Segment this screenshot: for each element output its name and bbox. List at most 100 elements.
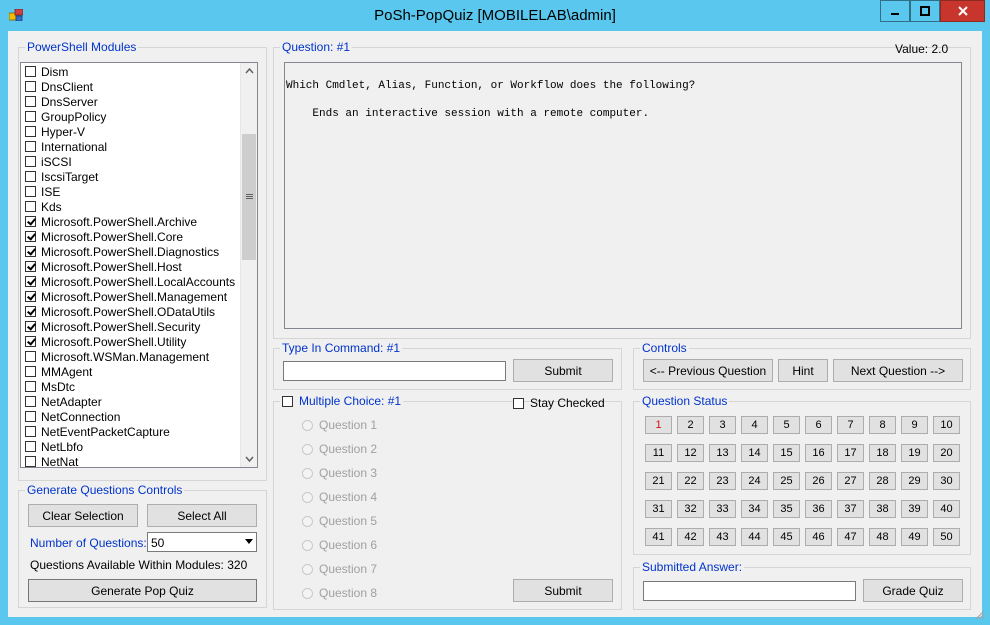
question-status-button[interactable]: 42: [677, 528, 704, 546]
num-questions-select[interactable]: 50: [147, 532, 257, 552]
question-status-button[interactable]: 44: [741, 528, 768, 546]
question-status-button[interactable]: 12: [677, 444, 704, 462]
next-question-button[interactable]: Next Question -->: [833, 359, 963, 382]
module-checkbox[interactable]: [25, 141, 36, 152]
multiple-choice-submit-button[interactable]: Submit: [513, 579, 613, 602]
module-item[interactable]: Microsoft.PowerShell.Archive: [25, 214, 197, 229]
scroll-down-button[interactable]: [241, 451, 257, 467]
module-item[interactable]: NetNat: [25, 454, 78, 467]
module-checkbox[interactable]: [25, 126, 36, 137]
choice-option[interactable]: Question 1: [302, 418, 377, 432]
question-status-button[interactable]: 1: [645, 416, 672, 434]
question-status-button[interactable]: 9: [901, 416, 928, 434]
radio-button[interactable]: [302, 419, 313, 431]
module-checkbox[interactable]: [25, 366, 36, 377]
module-checkbox[interactable]: [25, 306, 36, 317]
command-input[interactable]: [283, 361, 506, 381]
module-checkbox[interactable]: [25, 426, 36, 437]
choice-option[interactable]: Question 4: [302, 490, 377, 504]
choice-option[interactable]: Question 3: [302, 466, 377, 480]
module-checkbox[interactable]: [25, 246, 36, 257]
question-status-button[interactable]: 35: [773, 500, 800, 518]
module-item[interactable]: Kds: [25, 199, 62, 214]
choice-option[interactable]: Question 2: [302, 442, 377, 456]
previous-question-button[interactable]: <-- Previous Question: [643, 359, 773, 382]
question-status-button[interactable]: 21: [645, 472, 672, 490]
question-status-button[interactable]: 6: [805, 416, 832, 434]
module-checkbox[interactable]: [25, 441, 36, 452]
question-status-button[interactable]: 31: [645, 500, 672, 518]
question-status-button[interactable]: 48: [869, 528, 896, 546]
module-checkbox[interactable]: [25, 321, 36, 332]
module-checkbox[interactable]: [25, 66, 36, 77]
module-checkbox[interactable]: [25, 111, 36, 122]
question-status-button[interactable]: 26: [805, 472, 832, 490]
radio-button[interactable]: [302, 515, 313, 527]
module-item[interactable]: Microsoft.PowerShell.ODataUtils: [25, 304, 215, 319]
clear-selection-button[interactable]: Clear Selection: [28, 504, 138, 527]
module-item[interactable]: iSCSI: [25, 154, 72, 169]
question-status-button[interactable]: 36: [805, 500, 832, 518]
question-status-button[interactable]: 10: [933, 416, 960, 434]
resize-grip-icon[interactable]: [975, 610, 985, 620]
question-status-button[interactable]: 3: [709, 416, 736, 434]
module-checkbox[interactable]: [25, 381, 36, 392]
question-status-button[interactable]: 40: [933, 500, 960, 518]
module-item[interactable]: International: [25, 139, 107, 154]
module-checkbox[interactable]: [25, 396, 36, 407]
modules-list[interactable]: Dism DnsClient DnsServer GroupPolicy Hyper-V…: [20, 62, 258, 468]
module-checkbox[interactable]: [25, 186, 36, 197]
question-status-button[interactable]: 41: [645, 528, 672, 546]
question-status-button[interactable]: 30: [933, 472, 960, 490]
question-status-button[interactable]: 17: [837, 444, 864, 462]
question-status-button[interactable]: 38: [869, 500, 896, 518]
module-item[interactable]: Microsoft.PowerShell.Management: [25, 289, 227, 304]
choice-option[interactable]: Question 8: [302, 586, 377, 600]
question-status-button[interactable]: 34: [741, 500, 768, 518]
question-status-button[interactable]: 20: [933, 444, 960, 462]
module-checkbox[interactable]: [25, 411, 36, 422]
generate-quiz-button[interactable]: Generate Pop Quiz: [28, 579, 257, 602]
module-checkbox[interactable]: [25, 171, 36, 182]
modules-scrollbar[interactable]: [240, 63, 257, 467]
question-status-button[interactable]: 39: [901, 500, 928, 518]
choice-option[interactable]: Question 7: [302, 562, 377, 576]
module-checkbox[interactable]: [25, 456, 36, 467]
module-checkbox[interactable]: [25, 96, 36, 107]
module-item[interactable]: NetAdapter: [25, 394, 102, 409]
choice-option[interactable]: Question 5: [302, 514, 377, 528]
question-status-button[interactable]: 32: [677, 500, 704, 518]
submitted-answer-input[interactable]: [643, 581, 856, 601]
module-item[interactable]: Microsoft.PowerShell.Diagnostics: [25, 244, 219, 259]
title-bar[interactable]: PoSh-PopQuiz [MOBILELAB\admin]: [0, 0, 990, 31]
radio-button[interactable]: [302, 539, 313, 551]
module-item[interactable]: IscsiTarget: [25, 169, 98, 184]
question-status-button[interactable]: 5: [773, 416, 800, 434]
question-status-button[interactable]: 22: [677, 472, 704, 490]
minimize-button[interactable]: [880, 0, 910, 22]
stay-checked-option[interactable]: Stay Checked: [513, 396, 605, 410]
module-item[interactable]: DnsServer: [25, 94, 98, 109]
question-status-button[interactable]: 15: [773, 444, 800, 462]
module-checkbox[interactable]: [25, 156, 36, 167]
question-status-button[interactable]: 37: [837, 500, 864, 518]
module-item[interactable]: Hyper-V: [25, 124, 85, 139]
module-checkbox[interactable]: [25, 261, 36, 272]
radio-button[interactable]: [302, 491, 313, 503]
module-checkbox[interactable]: [25, 351, 36, 362]
question-status-button[interactable]: 29: [901, 472, 928, 490]
module-item[interactable]: NetEventPacketCapture: [25, 424, 170, 439]
module-item[interactable]: ISE: [25, 184, 60, 199]
question-status-button[interactable]: 49: [901, 528, 928, 546]
module-item[interactable]: Microsoft.WSMan.Management: [25, 349, 209, 364]
module-item[interactable]: MsDtc: [25, 379, 75, 394]
question-status-button[interactable]: 24: [741, 472, 768, 490]
module-checkbox[interactable]: [25, 276, 36, 287]
question-status-button[interactable]: 33: [709, 500, 736, 518]
radio-button[interactable]: [302, 587, 313, 599]
module-item[interactable]: Microsoft.PowerShell.Utility: [25, 334, 186, 349]
question-status-button[interactable]: 28: [869, 472, 896, 490]
question-status-button[interactable]: 43: [709, 528, 736, 546]
question-status-button[interactable]: 50: [933, 528, 960, 546]
radio-button[interactable]: [302, 443, 313, 455]
